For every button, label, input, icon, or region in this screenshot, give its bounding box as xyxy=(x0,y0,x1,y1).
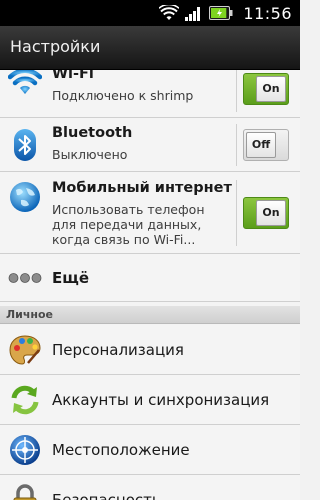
lock-icon xyxy=(13,484,37,500)
setting-label: Персонализация xyxy=(52,341,184,359)
bluetooth-toggle[interactable]: Off xyxy=(243,129,289,161)
toggle-knob: On xyxy=(256,200,286,226)
more-icon xyxy=(8,273,42,283)
setting-label: Мобильный интернет xyxy=(52,180,232,196)
wifi-toggle[interactable]: On xyxy=(243,73,289,105)
mobile-internet-toggle[interactable]: On xyxy=(243,197,289,229)
setting-label: Местоположение xyxy=(52,441,190,459)
setting-bluetooth[interactable]: Bluetooth Выключено Off xyxy=(0,118,300,172)
setting-subtitle: когда связь по Wi-Fi... xyxy=(52,232,196,247)
location-icon xyxy=(10,435,40,465)
setting-wifi[interactable]: Wi-Fi Подключено к shrimp On xyxy=(0,70,300,118)
setting-subtitle: Использовать телефон xyxy=(52,202,205,217)
signal-icon xyxy=(185,7,201,21)
setting-mobile-internet[interactable]: Мобильный интернет Использовать телефон … xyxy=(0,172,300,254)
section-header-personal: Личное xyxy=(0,306,300,324)
setting-label: Безопасность xyxy=(52,491,161,500)
sync-icon xyxy=(11,385,39,415)
setting-personalization[interactable]: Персонализация xyxy=(0,325,300,375)
setting-label: Wi-Fi xyxy=(52,70,94,82)
wifi-icon xyxy=(8,70,42,94)
globe-icon xyxy=(10,182,40,212)
setting-more[interactable]: Ещё xyxy=(0,254,300,302)
divider xyxy=(236,180,237,246)
status-bar: 11:56 xyxy=(0,0,300,26)
settings-list[interactable]: Wi-Fi Подключено к shrimp On Bluetooth В… xyxy=(0,70,300,500)
setting-subtitle: для передачи данных, xyxy=(52,217,202,232)
status-icons: 11:56 xyxy=(159,0,292,26)
setting-label: Bluetooth xyxy=(52,125,133,141)
toggle-knob: Off xyxy=(246,132,276,158)
setting-label: Ещё xyxy=(52,269,90,287)
setting-subtitle: Выключено xyxy=(52,147,128,162)
section-label: Личное xyxy=(6,308,54,321)
clock: 11:56 xyxy=(243,3,292,23)
bluetooth-icon xyxy=(14,129,36,161)
setting-location[interactable]: Местоположение xyxy=(0,425,300,475)
wifi-icon xyxy=(159,5,180,20)
palette-icon xyxy=(9,335,41,365)
divider xyxy=(236,70,237,112)
setting-label: Аккаунты и синхронизация xyxy=(52,391,270,409)
page-title: Настройки xyxy=(10,37,101,56)
setting-security[interactable]: Безопасность xyxy=(0,475,300,500)
toggle-knob: On xyxy=(256,76,286,102)
setting-subtitle: Подключено к shrimp xyxy=(52,88,194,103)
battery-icon xyxy=(209,6,233,20)
title-bar: Настройки xyxy=(0,26,300,70)
setting-accounts-sync[interactable]: Аккаунты и синхронизация xyxy=(0,375,300,425)
divider xyxy=(236,124,237,166)
